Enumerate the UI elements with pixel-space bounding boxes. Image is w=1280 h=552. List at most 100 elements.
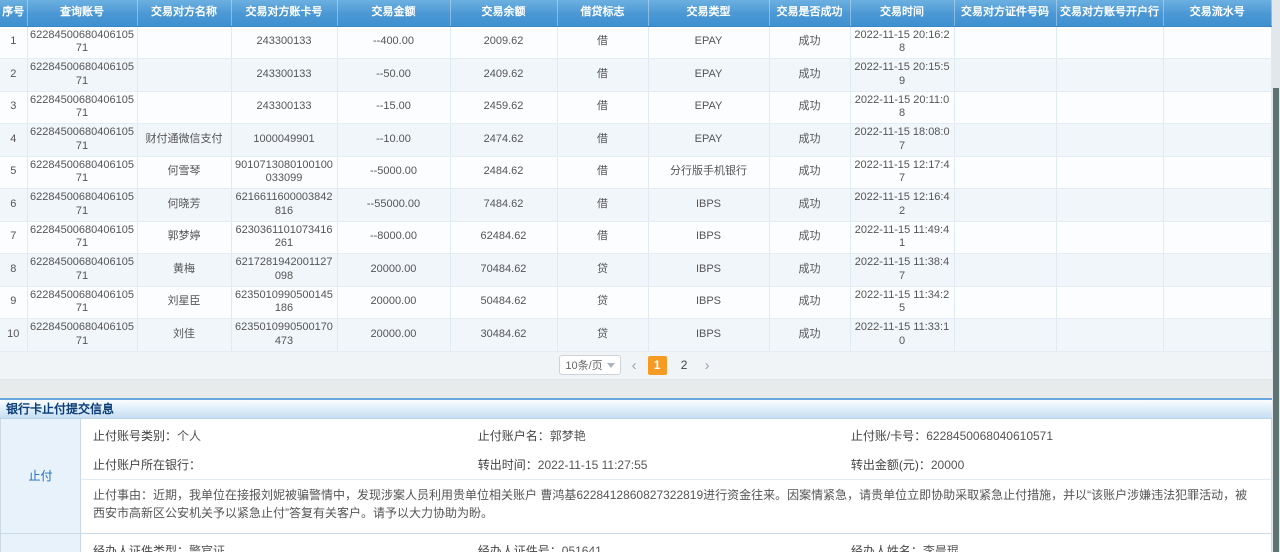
- field-handler-name: 经办人姓名：李晨琨: [851, 536, 1259, 552]
- prev-page-button[interactable]: ‹: [629, 358, 640, 373]
- table-cell: 2022-11-15 12:17:47: [850, 156, 954, 189]
- field-transfer-time: 转出时间：2022-11-15 11:27:55: [478, 450, 851, 479]
- table-cell: 2459.62: [450, 91, 557, 124]
- table-cell: 贷: [557, 254, 648, 287]
- page: 序号查询账号交易对方名称交易对方账卡号交易金额交易余额借贷标志交易类型交易是否成…: [0, 0, 1280, 552]
- table-cell: [954, 319, 1056, 352]
- transactions-body: 16228450068040610571243300133--400.00200…: [0, 26, 1272, 351]
- column-header: 交易余额: [450, 0, 557, 26]
- table-cell: [1056, 26, 1163, 59]
- table-cell: 6235010990500145186: [231, 286, 337, 319]
- table-cell: 借: [557, 26, 648, 59]
- table-cell: [1163, 26, 1272, 59]
- table-cell: 1000049901: [231, 124, 337, 157]
- table-cell: 成功: [769, 156, 850, 189]
- table-cell: 借: [557, 59, 648, 92]
- table-cell: 9: [0, 286, 27, 319]
- table-cell: [1163, 156, 1272, 189]
- table-row: 86228450068040610571黄梅621728194200112709…: [0, 254, 1272, 287]
- table-cell: [1056, 124, 1163, 157]
- column-header: 交易对方名称: [137, 0, 231, 26]
- table-cell: --5000.00: [337, 156, 450, 189]
- table-row: 46228450068040610571财付通微信支付1000049901--1…: [0, 124, 1272, 157]
- stop-payment-section-title: 银行卡止付提交信息: [0, 398, 1272, 419]
- table-cell: [1056, 189, 1163, 222]
- stop-payment-info-box: 止付 止付账号类别：个人 止付账户名：郭梦艳 止付账/卡号：6228450068…: [0, 419, 1272, 552]
- table-cell: IBPS: [648, 254, 769, 287]
- main-content: 序号查询账号交易对方名称交易对方账卡号交易金额交易余额借贷标志交易类型交易是否成…: [0, 0, 1272, 552]
- table-cell: 财付通微信支付: [137, 124, 231, 157]
- table-row: 106228450068040610571刘佳62350109905001704…: [0, 319, 1272, 352]
- table-cell: 刘星臣: [137, 286, 231, 319]
- table-cell: [1163, 254, 1272, 287]
- table-cell: EPAY: [648, 59, 769, 92]
- table-cell: --10.00: [337, 124, 450, 157]
- table-cell: 2022-11-15 20:15:59: [850, 59, 954, 92]
- table-cell: 2022-11-15 11:49:41: [850, 221, 954, 254]
- table-cell: [1056, 254, 1163, 287]
- field-handler-id-type: 经办人证件类型：警官证: [93, 536, 478, 552]
- next-page-button[interactable]: ›: [702, 358, 713, 373]
- table-cell: 1: [0, 26, 27, 59]
- table-cell: [1163, 286, 1272, 319]
- scrollbar-thumb[interactable]: [1273, 88, 1279, 552]
- table-cell: 成功: [769, 221, 850, 254]
- table-row: 36228450068040610571243300133--15.002459…: [0, 91, 1272, 124]
- transactions-header-row: 序号查询账号交易对方名称交易对方账卡号交易金额交易余额借贷标志交易类型交易是否成…: [0, 0, 1272, 26]
- column-header: 交易金额: [337, 0, 450, 26]
- table-cell: 2484.62: [450, 156, 557, 189]
- table-cell: 2022-11-15 11:38:47: [850, 254, 954, 287]
- table-cell: 2022-11-15 11:33:10: [850, 319, 954, 352]
- column-header: 交易是否成功: [769, 0, 850, 26]
- table-cell: 5: [0, 156, 27, 189]
- page-button-2[interactable]: 2: [675, 356, 694, 375]
- stop-payment-group-label: 止付: [1, 419, 81, 533]
- table-cell: 成功: [769, 26, 850, 59]
- table-cell: [137, 91, 231, 124]
- table-cell: [954, 286, 1056, 319]
- table-cell: 6235010990500170473: [231, 319, 337, 352]
- field-transfer-amount: 转出金额(元)：20000: [851, 450, 1259, 479]
- table-cell: EPAY: [648, 91, 769, 124]
- table-cell: IBPS: [648, 189, 769, 222]
- table-cell: 6228450068040610571: [27, 156, 137, 189]
- table-cell: 借: [557, 189, 648, 222]
- page-scrollbar[interactable]: [1272, 0, 1280, 552]
- table-cell: 6228450068040610571: [27, 26, 137, 59]
- table-cell: --15.00: [337, 91, 450, 124]
- table-cell: --400.00: [337, 26, 450, 59]
- handler-info-group: 经办信息 经办人证件类型：警官证 经办人证件号：051641 经办人姓名：李晨琨: [1, 533, 1271, 552]
- table-cell: 6216611600003842816: [231, 189, 337, 222]
- table-cell: 6228450068040610571: [27, 59, 137, 92]
- table-cell: [954, 221, 1056, 254]
- table-cell: 2022-11-15 18:08:07: [850, 124, 954, 157]
- table-cell: 243300133: [231, 91, 337, 124]
- table-cell: 10: [0, 319, 27, 352]
- table-cell: 2022-11-15 20:11:08: [850, 91, 954, 124]
- table-cell: [954, 189, 1056, 222]
- table-cell: 30484.62: [450, 319, 557, 352]
- table-cell: 借: [557, 124, 648, 157]
- table-cell: 2022-11-15 20:16:28: [850, 26, 954, 59]
- table-cell: 2474.62: [450, 124, 557, 157]
- table-row: 76228450068040610571郭梦婷62303611010734162…: [0, 221, 1272, 254]
- table-cell: 6228450068040610571: [27, 91, 137, 124]
- table-cell: 6228450068040610571: [27, 221, 137, 254]
- column-header: 借贷标志: [557, 0, 648, 26]
- table-cell: 6228450068040610571: [27, 189, 137, 222]
- table-cell: --50.00: [337, 59, 450, 92]
- page-size-select[interactable]: 10条/页: [559, 355, 620, 375]
- table-cell: 何晓芳: [137, 189, 231, 222]
- page-button-1[interactable]: 1: [648, 356, 667, 375]
- table-cell: 2022-11-15 11:34:25: [850, 286, 954, 319]
- page-size-label: 10条/页: [565, 357, 602, 373]
- table-cell: 成功: [769, 254, 850, 287]
- table-cell: 243300133: [231, 59, 337, 92]
- stop-payment-group: 止付 止付账号类别：个人 止付账户名：郭梦艳 止付账/卡号：6228450068…: [1, 419, 1271, 533]
- table-cell: [1163, 319, 1272, 352]
- table-cell: [137, 26, 231, 59]
- table-cell: [1163, 91, 1272, 124]
- pagination: 10条/页 ‹ 1 2 ›: [0, 352, 1272, 380]
- table-cell: [1163, 221, 1272, 254]
- table-cell: 20000.00: [337, 286, 450, 319]
